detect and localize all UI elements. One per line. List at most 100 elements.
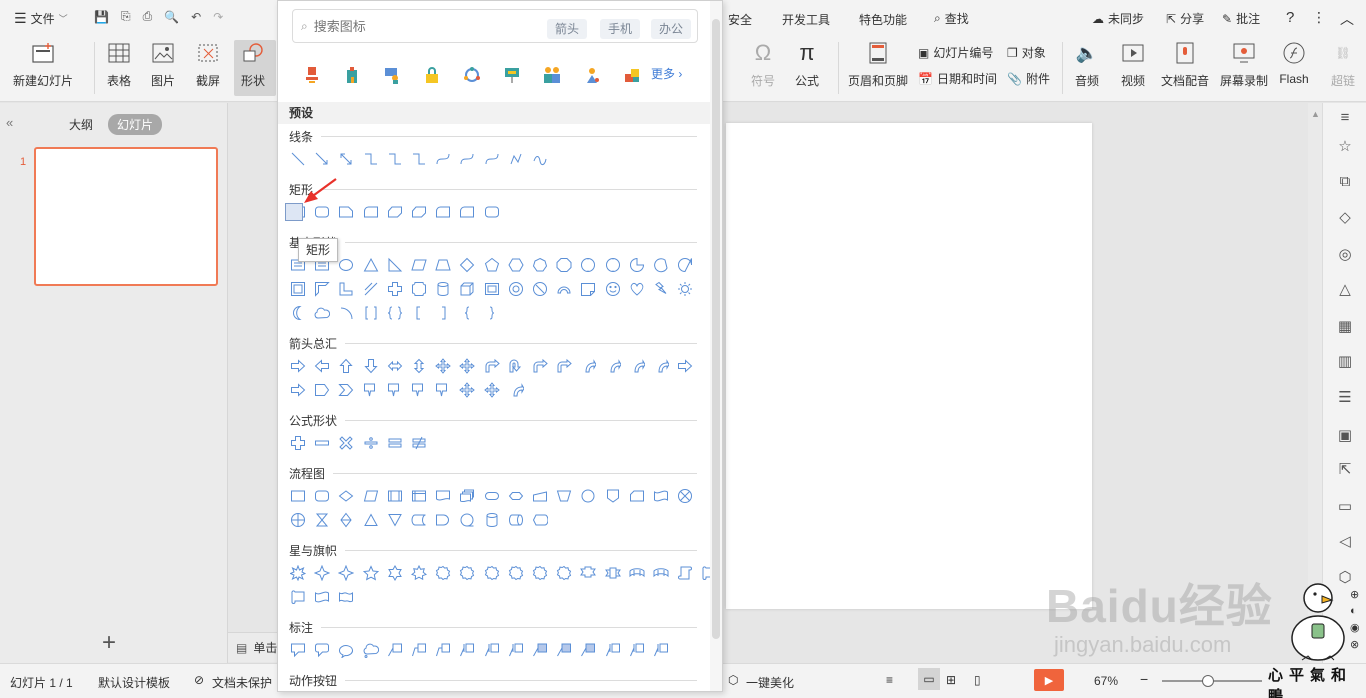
grid-round-icon[interactable]: ⊕: [1350, 588, 1360, 601]
rrect-shape-icon[interactable]: [480, 202, 504, 222]
badge-shape-icon[interactable]: [480, 563, 504, 583]
reading-view-icon[interactable]: ▯: [974, 673, 981, 687]
stamp-icon[interactable]: [292, 61, 332, 89]
formula-button[interactable]: π 公式: [792, 40, 822, 89]
folded-shape-icon[interactable]: [576, 279, 600, 299]
rarrow-shape-icon[interactable]: [286, 380, 310, 400]
sound-icon[interactable]: ◁: [1335, 531, 1355, 551]
bordercallout-shape-icon[interactable]: [528, 640, 552, 660]
quadarrow-shape-icon[interactable]: [431, 356, 455, 376]
plus-shape-icon[interactable]: [383, 279, 407, 299]
tag-phone[interactable]: 手机: [600, 19, 641, 39]
chevron-shape-icon[interactable]: [334, 380, 358, 400]
uturn-shape-icon[interactable]: [504, 356, 528, 376]
line-shape-icon[interactable]: [286, 149, 310, 169]
picture-button[interactable]: 图片: [148, 40, 178, 89]
close-round-icon[interactable]: ⊗: [1350, 638, 1360, 651]
can-shape-icon[interactable]: [431, 279, 455, 299]
extract-shape-icon[interactable]: [359, 510, 383, 530]
one-click-beautify[interactable]: 一键美化: [746, 674, 794, 691]
bentarrow-shape-icon[interactable]: [480, 356, 504, 376]
bordercallout-shape-icon[interactable]: [552, 640, 576, 660]
help-icon[interactable]: ?: [1286, 9, 1294, 26]
image-icon[interactable]: ▣: [1335, 425, 1355, 445]
notes-toggle-icon[interactable]: ≡: [886, 673, 893, 687]
predef-shape-icon[interactable]: [383, 486, 407, 506]
scrollv-shape-icon[interactable]: [673, 563, 697, 583]
tri-shape-icon[interactable]: [359, 255, 383, 275]
accentcallout-shape-icon[interactable]: [600, 640, 624, 660]
star6-shape-icon[interactable]: [383, 563, 407, 583]
para-shape-icon[interactable]: [407, 255, 431, 275]
udarrow-shape-icon[interactable]: [407, 356, 431, 376]
divide-shape-icon[interactable]: [359, 433, 383, 453]
date-time-button[interactable]: 📅 日期和时间: [918, 70, 997, 87]
print-icon[interactable]: ⎙: [143, 9, 153, 24]
cloud-shape-icon[interactable]: [310, 303, 334, 323]
bar-chart-icon[interactable]: ▥: [1335, 351, 1355, 371]
layers-icon[interactable]: △: [1335, 279, 1355, 299]
zoom-slider[interactable]: [1162, 675, 1262, 687]
sync-button[interactable]: ☁ 未同步: [1092, 10, 1144, 27]
seqaccess-shape-icon[interactable]: [455, 510, 479, 530]
file-menu[interactable]: ☰ 文件 ﹀: [14, 10, 68, 27]
notequal-shape-icon[interactable]: [407, 433, 431, 453]
scribble-shape-icon[interactable]: [528, 149, 552, 169]
rtri-shape-icon[interactable]: [383, 255, 407, 275]
hyperlink-button[interactable]: ⛓ 超链: [1328, 40, 1358, 89]
tab-slides[interactable]: 幻灯片: [108, 114, 163, 135]
manualin-shape-icon[interactable]: [528, 486, 552, 506]
bentarrow-shape-icon[interactable]: [552, 356, 576, 376]
design-template[interactable]: 默认设计模板: [98, 674, 170, 691]
tab-security[interactable]: 安全: [728, 11, 752, 28]
merge-shape-icon[interactable]: [383, 510, 407, 530]
directaccess-shape-icon[interactable]: [504, 510, 528, 530]
icon-search-box[interactable]: ⌕ 箭头 手机 办公: [292, 9, 698, 43]
equal-shape-icon[interactable]: [383, 433, 407, 453]
menu-icon[interactable]: ≡: [1335, 107, 1355, 127]
dbrace-shape-icon[interactable]: [383, 303, 407, 323]
header-footer-button[interactable]: 页眉和页脚: [848, 40, 908, 89]
lshape-shape-icon[interactable]: [334, 279, 358, 299]
arrowline-shape-icon[interactable]: [310, 149, 334, 169]
dec-shape-icon[interactable]: [600, 255, 624, 275]
trap-shape-icon[interactable]: [431, 255, 455, 275]
pie-shape-icon[interactable]: [625, 255, 649, 275]
rectcallout-shape-icon[interactable]: [286, 640, 310, 660]
zoom-slider-thumb[interactable]: [1202, 675, 1214, 687]
tag-office[interactable]: 办公: [651, 19, 692, 39]
star7-shape-icon[interactable]: [407, 563, 431, 583]
elbow-shape-icon[interactable]: [359, 149, 383, 169]
star4-shape-icon[interactable]: [334, 563, 358, 583]
star5-shape-icon[interactable]: [359, 563, 383, 583]
minus-shape-icon[interactable]: [310, 433, 334, 453]
arcc-shape-icon[interactable]: [334, 303, 358, 323]
rarrow-shape-icon[interactable]: [286, 356, 310, 376]
multidoc-shape-icon[interactable]: [455, 486, 479, 506]
quadarrow-shape-icon[interactable]: [455, 380, 479, 400]
video-button[interactable]: 视频: [1116, 40, 1150, 89]
callout-shape-icon[interactable]: [407, 380, 431, 400]
curvearrow-shape-icon[interactable]: [625, 356, 649, 376]
flash-button[interactable]: Flash: [1278, 40, 1310, 86]
curvedribbon-shape-icon[interactable]: [625, 563, 649, 583]
person-chart-icon[interactable]: [372, 61, 412, 89]
quadarrow-shape-icon[interactable]: [455, 356, 479, 376]
lbrace-shape-icon[interactable]: [455, 303, 479, 323]
export-icon[interactable]: ⇱: [1335, 459, 1355, 479]
save-icon[interactable]: 💾: [94, 10, 109, 24]
tab-developer[interactable]: 开发工具: [782, 11, 830, 28]
round1-shape-icon[interactable]: [359, 202, 383, 222]
redo-icon[interactable]: ↷: [213, 10, 223, 24]
comment-button[interactable]: ✎ 批注: [1222, 10, 1260, 27]
pentarrow-shape-icon[interactable]: [310, 380, 334, 400]
panel-scrollbar[interactable]: [710, 1, 722, 691]
curvearrow-shape-icon[interactable]: [649, 356, 673, 376]
bordercallout-shape-icon[interactable]: [576, 640, 600, 660]
round1-shape-icon[interactable]: [431, 202, 455, 222]
callout-shape-icon[interactable]: [359, 380, 383, 400]
ribbondown-shape-icon[interactable]: [576, 563, 600, 583]
dblwave-shape-icon[interactable]: [334, 587, 358, 607]
print-preview-icon[interactable]: 🔍: [164, 10, 179, 24]
box-stack-icon[interactable]: [612, 61, 652, 89]
